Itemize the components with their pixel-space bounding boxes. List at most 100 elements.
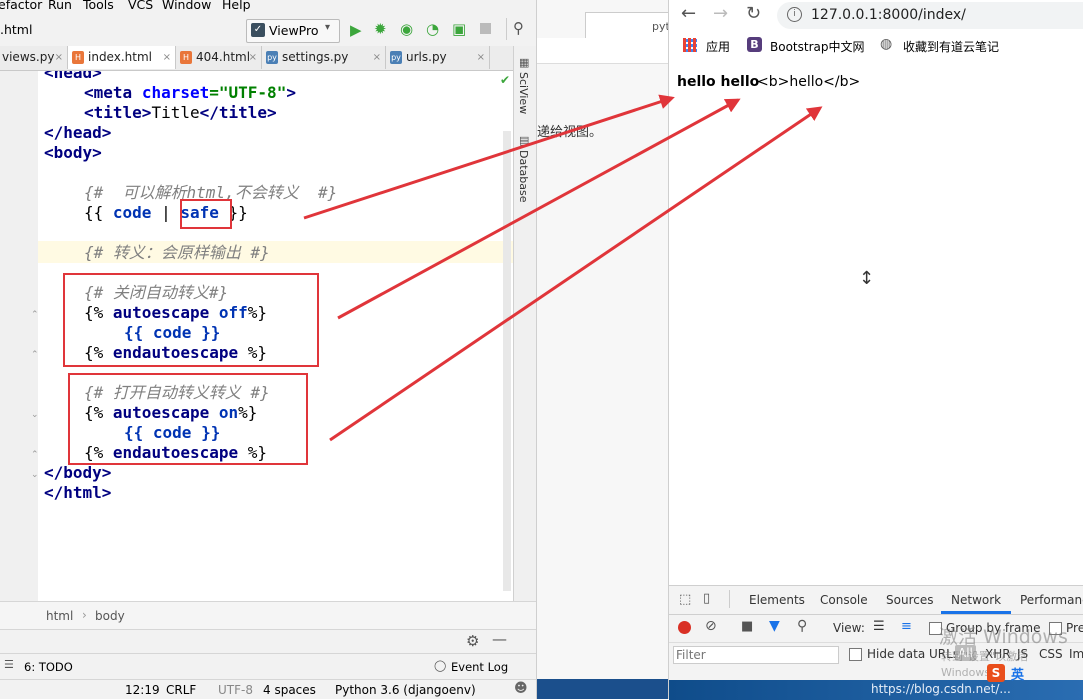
tool-todo[interactable]: 6: TODO [24, 660, 73, 674]
breadcrumb-body[interactable]: body [95, 609, 125, 623]
bookmark-bootstrap[interactable]: Bootstrap中文网 [770, 38, 864, 55]
list-view-icon[interactable]: ☰ [873, 619, 885, 634]
menu-run[interactable]: Run [48, 0, 72, 12]
tab-elements[interactable]: Elements [749, 593, 805, 607]
tab-console[interactable]: Console [820, 593, 868, 607]
tab-sources[interactable]: Sources [886, 593, 933, 607]
editor-scrollbar[interactable] [503, 131, 511, 591]
tab-label: settings.py [282, 50, 349, 64]
address-bar[interactable]: i 127.0.0.1:8000/index/ [777, 2, 1083, 29]
taskbar-fragment [537, 679, 669, 699]
run-config-label: ViewPro [269, 23, 319, 38]
search-icon[interactable]: ⚲ [797, 618, 807, 634]
tool-database[interactable]: Database [517, 150, 530, 203]
html-file-icon: H [180, 51, 192, 64]
close-icon[interactable]: × [55, 46, 63, 69]
filter-icon[interactable]: ▼ [769, 618, 780, 634]
taskbar: https://blog.csdn.net/... [669, 680, 1083, 700]
python-file-icon: py [390, 51, 402, 64]
tab-performance[interactable]: Performance [1020, 593, 1083, 607]
bookmark-youdao[interactable]: 收藏到有道云笔记 [903, 38, 999, 55]
inspect-icon[interactable]: ⬚ [679, 592, 691, 607]
background-toolbar [537, 38, 669, 64]
back-icon[interactable]: ← [681, 3, 696, 24]
activation-watermark-title: 激活 Windows [939, 626, 1068, 648]
close-icon[interactable]: × [163, 46, 171, 69]
tab-label: 404.html [196, 50, 251, 64]
background-window: pyt 递给视图。 [536, 0, 671, 699]
bootstrap-icon: B [747, 37, 762, 52]
editor-tabs: py views.py × H index.html × H 404.html … [0, 46, 536, 71]
device-toolbar-icon[interactable]: ▯ [703, 591, 710, 606]
tab-label: index.html [88, 50, 152, 64]
close-icon[interactable]: × [477, 46, 485, 69]
search-icon[interactable]: ⚲ [513, 19, 524, 37]
ime-mode[interactable]: 英 [1011, 664, 1024, 683]
menu-refactor[interactable]: efactor [0, 0, 42, 12]
code-editor[interactable]: <head> <meta charset="UTF-8"> <title>Tit… [38, 71, 513, 601]
close-icon[interactable]: × [249, 46, 257, 69]
interpreter[interactable]: Python 3.6 (djangoenv) [335, 683, 476, 697]
devtools-panel: ⬚ ▯ Elements Console Sources Network Per… [669, 585, 1083, 700]
browser-toolbar: ← → ↻ i 127.0.0.1:8000/index/ [669, 0, 1083, 32]
menu-help[interactable]: Help [222, 0, 251, 12]
url-text: 127.0.0.1:8000/index/ [811, 7, 966, 23]
run-config-dropdown[interactable]: ✓ ViewPro ▾ [246, 19, 340, 43]
coverage-icon[interactable]: ◉ [400, 20, 413, 38]
debug-icon[interactable]: ✹ [374, 20, 387, 38]
menu-bar: efactor Run Tools VCS Window Help [0, 0, 536, 14]
breadcrumb-separator-icon: › [82, 608, 87, 622]
file-encoding[interactable]: UTF-8 [218, 683, 253, 697]
tab-urls-py[interactable]: py urls.py × [386, 46, 490, 69]
close-icon[interactable]: × [373, 46, 381, 69]
breadcrumb-html[interactable]: html [46, 609, 73, 623]
chevron-down-icon: ▾ [325, 22, 331, 33]
caret-position[interactable]: 12:19 [125, 683, 160, 697]
indent-setting[interactable]: 4 spaces [263, 683, 316, 697]
inspection-ok-icon[interactable]: ✔ [500, 73, 510, 87]
apps-icon [683, 38, 697, 52]
filter-input[interactable] [673, 646, 839, 664]
menu-vcs[interactable]: VCS [128, 0, 153, 12]
tab-404-html[interactable]: H 404.html × [176, 46, 262, 69]
nav-file-label[interactable]: .html [0, 22, 32, 37]
profile-icon[interactable]: ◔ [426, 20, 439, 38]
concurrency-icon[interactable]: ▣ [452, 20, 466, 38]
record-icon[interactable] [678, 621, 691, 634]
menu-window[interactable]: Window [162, 0, 211, 12]
code-line: {# 转义：会原样输出 #} [84, 243, 270, 262]
tab-views-py[interactable]: py views.py × [0, 46, 68, 69]
gear-icon[interactable]: ⚙ [466, 632, 479, 650]
code-line: </body> [44, 463, 112, 482]
tab-network[interactable]: Network [951, 593, 1001, 607]
site-credit: https://blog.csdn.net/... [871, 682, 1011, 696]
tab-index-html[interactable]: H index.html × [68, 46, 176, 69]
devtools-tabbar: ⬚ ▯ Elements Console Sources Network Per… [669, 586, 1083, 615]
menu-tools[interactable]: Tools [83, 0, 114, 12]
right-tool-strip: ▦ SciView ▤ Database [513, 46, 536, 601]
sogou-ime-icon[interactable]: S [987, 664, 1005, 682]
background-tab[interactable]: pyt [585, 12, 671, 39]
waterfall-icon[interactable]: ≡ [901, 619, 912, 634]
run-icon[interactable]: ▶ [350, 21, 362, 39]
minimize-icon[interactable]: — [492, 630, 507, 648]
line-separator[interactable]: CRLF [166, 683, 196, 697]
hide-data-urls-checkbox[interactable] [849, 648, 862, 661]
toolbar-divider [506, 18, 507, 40]
sciview-icon: ▦ [519, 56, 530, 69]
tool-event-log[interactable]: Event Log [451, 660, 508, 674]
database-icon: ▤ [519, 134, 530, 147]
annotation-box-autoescape-on [68, 373, 308, 465]
stop-icon[interactable] [480, 23, 491, 34]
reload-icon[interactable]: ↻ [746, 3, 761, 24]
screenshot-icon[interactable]: ■ [741, 619, 753, 634]
clear-icon[interactable]: ⊘ [705, 618, 717, 634]
forward-icon[interactable]: → [713, 3, 728, 24]
hector-icon[interactable]: ☻ [514, 681, 528, 696]
bookmark-apps[interactable]: 应用 [706, 38, 730, 55]
main-toolbar: .html ✓ ViewPro ▾ ▶ ✹ ◉ ◔ ▣ ⚲ [0, 14, 536, 47]
bookmarks-bar: 应用 B Bootstrap中文网 ◍ 收藏到有道云笔记 [669, 32, 1083, 61]
tool-sciview[interactable]: SciView [517, 72, 530, 114]
info-icon[interactable]: i [787, 7, 802, 22]
tab-settings-py[interactable]: py settings.py × [262, 46, 386, 69]
